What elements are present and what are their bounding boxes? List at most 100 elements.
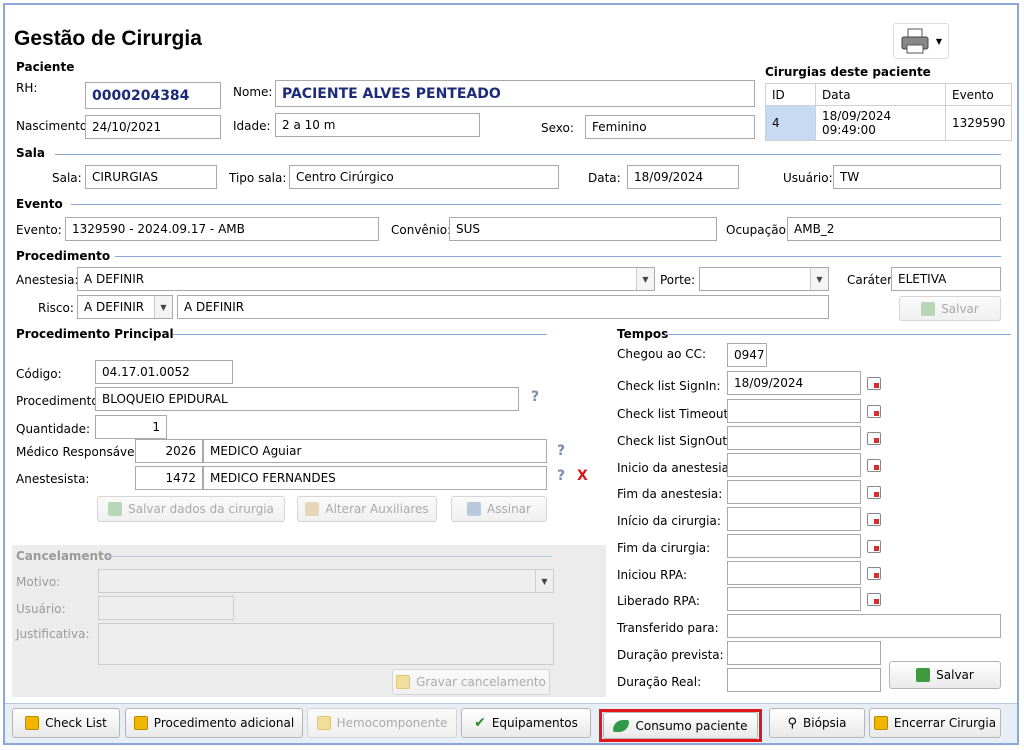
codigo-field[interactable]: 04.17.01.0052 xyxy=(95,360,233,384)
historico-table: ID Data Evento 4 18/09/2024 09:49:00 1329590 xyxy=(765,83,1013,141)
convenio-label: Convênio: xyxy=(391,223,452,237)
porte-select[interactable]: ▼ xyxy=(699,267,829,291)
ocupacao-field[interactable]: AMB_2 xyxy=(787,217,1001,241)
signin-label: Check list SignIn: xyxy=(617,379,721,393)
help-icon[interactable]: ? xyxy=(557,443,565,459)
timeout-field[interactable] xyxy=(727,399,861,423)
risco-select[interactable]: A DEFINIR ▼ xyxy=(77,295,173,319)
chevron-down-icon: ▼ xyxy=(636,268,654,290)
help-icon[interactable]: ? xyxy=(557,468,565,484)
calendar-icon[interactable] xyxy=(867,377,881,390)
evento-field[interactable]: 1329590 - 2024.09.17 - AMB xyxy=(65,217,379,241)
signout-label: Check list SignOut: xyxy=(617,434,732,448)
sala-label: Sala: xyxy=(52,171,82,185)
signout-field[interactable] xyxy=(727,426,861,450)
salvar-tempos-button[interactable]: Salvar xyxy=(889,661,1001,689)
remove-anestesista-icon[interactable]: X xyxy=(577,468,588,484)
anestesista-code-field[interactable]: 1472 xyxy=(135,466,203,490)
calendar-icon[interactable] xyxy=(867,513,881,526)
tipo-sala-field[interactable]: Centro Cirúrgico xyxy=(289,165,559,189)
transferido-field[interactable] xyxy=(727,614,1001,638)
liberado-rpa-label: Liberado RPA: xyxy=(617,594,700,608)
section-cancelamento: Cancelamento xyxy=(16,549,113,563)
medico-label: Médico Responsável: xyxy=(16,445,142,459)
calendar-icon[interactable] xyxy=(867,567,881,580)
justificativa-field[interactable] xyxy=(98,623,554,665)
carater-field[interactable]: ELETIVA xyxy=(891,267,1001,291)
calendar-icon[interactable] xyxy=(867,432,881,445)
assinar-button[interactable]: Assinar xyxy=(451,496,547,522)
calendar-icon[interactable] xyxy=(867,593,881,606)
chevron-down-icon: ▼ xyxy=(935,36,943,46)
nome-field[interactable]: PACIENTE ALVES PENTEADO xyxy=(275,80,755,107)
duracao-real-field[interactable] xyxy=(727,668,881,692)
warning-icon xyxy=(316,716,331,730)
table-row[interactable]: 4 18/09/2024 09:49:00 1329590 xyxy=(765,105,1013,141)
fim-anestesia-field[interactable] xyxy=(727,480,861,504)
chegou-field[interactable]: 0947 xyxy=(727,343,767,367)
cancelamento-panel: Cancelamento Motivo: ▼ Usuário: Justific… xyxy=(12,545,606,697)
check-icon: ✔ xyxy=(474,715,486,731)
printer-icon xyxy=(901,28,929,54)
chevron-down-icon: ▼ xyxy=(154,296,172,318)
equipamentos-button[interactable]: ✔ Equipamentos xyxy=(461,708,591,738)
help-icon[interactable]: ? xyxy=(531,389,539,405)
data-field[interactable]: 18/09/2024 xyxy=(627,165,739,189)
iniciou-rpa-label: Iniciou RPA: xyxy=(617,568,688,582)
check-list-button[interactable]: Check List xyxy=(12,708,120,738)
duracao-prevista-field[interactable] xyxy=(727,641,881,665)
anestesista-field[interactable]: MEDICO FERNANDES xyxy=(203,466,547,490)
encerrar-cirurgia-button[interactable]: Encerrar Cirurgia xyxy=(869,708,1001,738)
anestesista-label: Anestesista: xyxy=(16,472,90,486)
inicio-anestesia-label: Inicio da anestesia: xyxy=(617,461,734,475)
risco-label: Risco: xyxy=(38,301,74,315)
calendar-icon[interactable] xyxy=(867,540,881,553)
convenio-field[interactable]: SUS xyxy=(449,217,717,241)
salvar-procedimento-button[interactable]: Salvar xyxy=(899,296,1001,321)
procedimento-adicional-button[interactable]: Procedimento adicional xyxy=(125,708,303,738)
duracao-prevista-label: Duração prevista: xyxy=(617,648,724,662)
page-title: Gestão de Cirurgia xyxy=(14,27,202,50)
rh-label: RH: xyxy=(16,81,38,95)
inicio-anestesia-field[interactable] xyxy=(727,453,861,477)
cancel-usuario-field[interactable] xyxy=(98,596,234,620)
data-label: Data: xyxy=(588,171,621,185)
warning-icon xyxy=(133,716,148,730)
hemocomponente-button[interactable]: Hemocomponente xyxy=(307,708,457,738)
procedimento-field[interactable]: BLOQUEIO EPIDURAL xyxy=(95,387,519,411)
alterar-auxiliares-button[interactable]: Alterar Auxiliares xyxy=(297,496,437,522)
calendar-icon[interactable] xyxy=(867,405,881,418)
calendar-icon[interactable] xyxy=(867,459,881,472)
rh-field[interactable]: 0000204384 xyxy=(85,82,221,109)
calendar-icon[interactable] xyxy=(867,486,881,499)
medico-code-field[interactable]: 2026 xyxy=(135,439,203,463)
highlight-box xyxy=(599,709,762,742)
iniciou-rpa-field[interactable] xyxy=(727,561,861,585)
signin-field[interactable]: 18/09/2024 xyxy=(727,371,861,395)
historico-title: Cirurgias deste paciente xyxy=(765,65,931,79)
porte-label: Porte: xyxy=(660,273,696,287)
nascimento-label: Nascimento: xyxy=(16,119,92,133)
inicio-cirurgia-field[interactable] xyxy=(727,507,861,531)
nascimento-field[interactable]: 24/10/2021 xyxy=(85,115,221,139)
liberado-rpa-field[interactable] xyxy=(727,587,861,611)
quantidade-field[interactable]: 1 xyxy=(95,415,167,439)
risco-desc-field[interactable]: A DEFINIR xyxy=(177,295,829,319)
medico-field[interactable]: MEDICO Aguiar xyxy=(203,439,547,463)
biopsia-button[interactable]: ⚲ Biópsia xyxy=(769,708,865,738)
motivo-select[interactable]: ▼ xyxy=(98,569,554,593)
carater-label: Caráter: xyxy=(847,273,896,287)
print-button[interactable]: ▼ xyxy=(893,23,949,59)
salvar-dados-button[interactable]: Salvar dados da cirurgia xyxy=(97,496,285,522)
idade-label: Idade: xyxy=(233,119,271,133)
sala-field[interactable]: CIRURGIAS xyxy=(85,165,217,189)
idade-field[interactable]: 2 a 10 m xyxy=(275,113,480,137)
tipo-sala-label: Tipo sala: xyxy=(229,171,287,185)
sexo-field[interactable]: Feminino xyxy=(585,115,755,139)
anestesia-select[interactable]: A DEFINIR ▼ xyxy=(77,267,655,291)
usuario-field[interactable]: TW xyxy=(833,165,1001,189)
evento-label: Evento: xyxy=(16,223,62,237)
fim-cirurgia-field[interactable] xyxy=(727,534,861,558)
section-evento: Evento xyxy=(16,197,63,211)
gravar-cancelamento-button[interactable]: Gravar cancelamento xyxy=(392,669,550,695)
